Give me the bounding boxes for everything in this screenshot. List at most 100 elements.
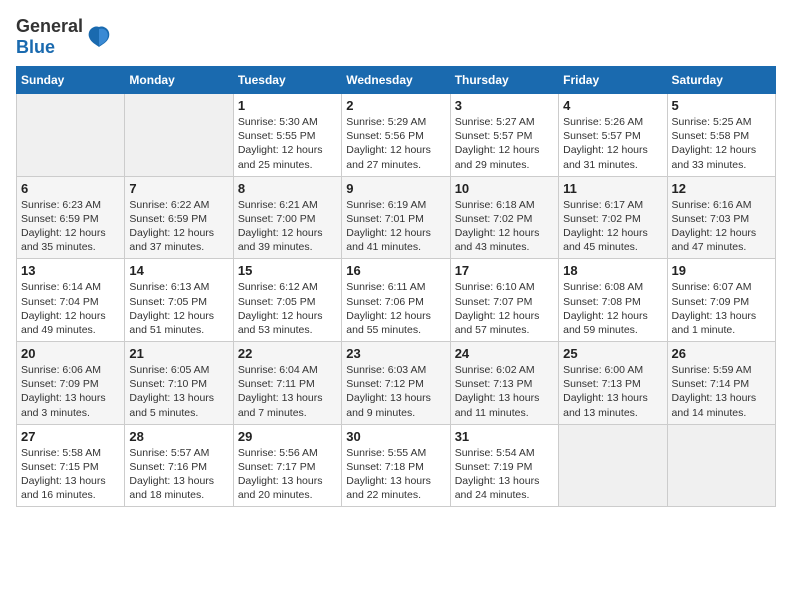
- logo: General Blue: [16, 16, 113, 58]
- day-number: 31: [455, 429, 554, 444]
- calendar-week-row: 27Sunrise: 5:58 AM Sunset: 7:15 PM Dayli…: [17, 424, 776, 507]
- calendar-cell: 20Sunrise: 6:06 AM Sunset: 7:09 PM Dayli…: [17, 342, 125, 425]
- day-number: 1: [238, 98, 337, 113]
- day-info: Sunrise: 6:03 AM Sunset: 7:12 PM Dayligh…: [346, 363, 445, 420]
- calendar-cell: 7 Sunrise: 6:22 AM Sunset: 6:59 PM Daylig…: [125, 176, 233, 259]
- calendar-cell: [125, 94, 233, 177]
- logo-bird-icon: [85, 23, 113, 51]
- day-number: 6: [21, 181, 120, 196]
- calendar-cell: 22 Sunrise: 6:04 AM Sunset: 7:11 PM Dayli…: [233, 342, 341, 425]
- calendar-cell: 1 Sunrise: 5:30 AM Sunset: 5:55 PM Daylig…: [233, 94, 341, 177]
- day-number: 14: [129, 263, 228, 278]
- day-number: 25: [563, 346, 662, 361]
- header-wednesday: Wednesday: [342, 67, 450, 94]
- day-number: 24: [455, 346, 554, 361]
- day-number: 22: [238, 346, 337, 361]
- calendar-cell: 13 Sunrise: 6:14 AM Sunset: 7:04 PM Dayli…: [17, 259, 125, 342]
- calendar-cell: 19 Sunrise: 6:07 AM Sunset: 7:09 PM Dayli…: [667, 259, 775, 342]
- calendar-cell: [667, 424, 775, 507]
- day-info: Sunrise: 5:26 AM Sunset: 5:57 PM Dayligh…: [563, 115, 662, 172]
- day-number: 21: [129, 346, 228, 361]
- calendar-cell: 27Sunrise: 5:58 AM Sunset: 7:15 PM Dayli…: [17, 424, 125, 507]
- day-info: Sunrise: 5:54 AM Sunset: 7:19 PM Dayligh…: [455, 446, 554, 503]
- day-number: 7: [129, 181, 228, 196]
- day-number: 18: [563, 263, 662, 278]
- page-header: General Blue: [16, 16, 776, 58]
- day-info: Sunrise: 5:56 AM Sunset: 7:17 PM Dayligh…: [238, 446, 337, 503]
- day-number: 2: [346, 98, 445, 113]
- calendar-week-row: 20Sunrise: 6:06 AM Sunset: 7:09 PM Dayli…: [17, 342, 776, 425]
- calendar-cell: 17Sunrise: 6:10 AM Sunset: 7:07 PM Dayli…: [450, 259, 558, 342]
- header-saturday: Saturday: [667, 67, 775, 94]
- day-info: Sunrise: 6:16 AM Sunset: 7:03 PM Dayligh…: [672, 198, 771, 255]
- day-info: Sunrise: 6:11 AM Sunset: 7:06 PM Dayligh…: [346, 280, 445, 337]
- day-info: Sunrise: 6:21 AM Sunset: 7:00 PM Dayligh…: [238, 198, 337, 255]
- day-number: 29: [238, 429, 337, 444]
- day-info: Sunrise: 6:22 AM Sunset: 6:59 PM Dayligh…: [129, 198, 228, 255]
- calendar-cell: 2 Sunrise: 5:29 AM Sunset: 5:56 PM Daylig…: [342, 94, 450, 177]
- day-info: Sunrise: 5:59 AM Sunset: 7:14 PM Dayligh…: [672, 363, 771, 420]
- day-info: Sunrise: 6:19 AM Sunset: 7:01 PM Dayligh…: [346, 198, 445, 255]
- calendar-cell: 5 Sunrise: 5:25 AM Sunset: 5:58 PM Daylig…: [667, 94, 775, 177]
- logo-general-text: General: [16, 16, 83, 36]
- logo-blue-text: Blue: [16, 37, 55, 57]
- day-number: 19: [672, 263, 771, 278]
- day-number: 10: [455, 181, 554, 196]
- day-info: Sunrise: 6:17 AM Sunset: 7:02 PM Dayligh…: [563, 198, 662, 255]
- day-number: 30: [346, 429, 445, 444]
- calendar-cell: 12Sunrise: 6:16 AM Sunset: 7:03 PM Dayli…: [667, 176, 775, 259]
- day-number: 3: [455, 98, 554, 113]
- day-number: 20: [21, 346, 120, 361]
- day-number: 4: [563, 98, 662, 113]
- day-number: 13: [21, 263, 120, 278]
- calendar-cell: 14 Sunrise: 6:13 AM Sunset: 7:05 PM Dayli…: [125, 259, 233, 342]
- calendar-week-row: 13 Sunrise: 6:14 AM Sunset: 7:04 PM Dayli…: [17, 259, 776, 342]
- header-sunday: Sunday: [17, 67, 125, 94]
- calendar-cell: 18Sunrise: 6:08 AM Sunset: 7:08 PM Dayli…: [559, 259, 667, 342]
- day-info: Sunrise: 5:29 AM Sunset: 5:56 PM Dayligh…: [346, 115, 445, 172]
- day-info: Sunrise: 6:23 AM Sunset: 6:59 PM Dayligh…: [21, 198, 120, 255]
- calendar-cell: 15 Sunrise: 6:12 AM Sunset: 7:05 PM Dayli…: [233, 259, 341, 342]
- day-info: Sunrise: 6:07 AM Sunset: 7:09 PM Dayligh…: [672, 280, 771, 337]
- day-info: Sunrise: 6:12 AM Sunset: 7:05 PM Dayligh…: [238, 280, 337, 337]
- day-info: Sunrise: 5:57 AM Sunset: 7:16 PM Dayligh…: [129, 446, 228, 503]
- calendar-week-row: 1 Sunrise: 5:30 AM Sunset: 5:55 PM Daylig…: [17, 94, 776, 177]
- day-number: 26: [672, 346, 771, 361]
- calendar-cell: 9 Sunrise: 6:19 AM Sunset: 7:01 PM Daylig…: [342, 176, 450, 259]
- day-number: 11: [563, 181, 662, 196]
- day-info: Sunrise: 5:25 AM Sunset: 5:58 PM Dayligh…: [672, 115, 771, 172]
- calendar-table: SundayMondayTuesdayWednesdayThursdayFrid…: [16, 66, 776, 507]
- calendar-cell: 24 Sunrise: 6:02 AM Sunset: 7:13 PM Dayli…: [450, 342, 558, 425]
- day-info: Sunrise: 6:04 AM Sunset: 7:11 PM Dayligh…: [238, 363, 337, 420]
- day-info: Sunrise: 5:30 AM Sunset: 5:55 PM Dayligh…: [238, 115, 337, 172]
- day-number: 17: [455, 263, 554, 278]
- calendar-cell: 29 Sunrise: 5:56 AM Sunset: 7:17 PM Dayli…: [233, 424, 341, 507]
- calendar-cell: 30 Sunrise: 5:55 AM Sunset: 7:18 PM Dayli…: [342, 424, 450, 507]
- calendar-cell: 16Sunrise: 6:11 AM Sunset: 7:06 PM Dayli…: [342, 259, 450, 342]
- day-number: 5: [672, 98, 771, 113]
- calendar-cell: 8 Sunrise: 6:21 AM Sunset: 7:00 PM Daylig…: [233, 176, 341, 259]
- day-info: Sunrise: 6:00 AM Sunset: 7:13 PM Dayligh…: [563, 363, 662, 420]
- day-info: Sunrise: 6:14 AM Sunset: 7:04 PM Dayligh…: [21, 280, 120, 337]
- day-number: 8: [238, 181, 337, 196]
- calendar-cell: 31 Sunrise: 5:54 AM Sunset: 7:19 PM Dayli…: [450, 424, 558, 507]
- calendar-cell: [559, 424, 667, 507]
- day-number: 9: [346, 181, 445, 196]
- calendar-cell: 6 Sunrise: 6:23 AM Sunset: 6:59 PM Daylig…: [17, 176, 125, 259]
- header-monday: Monday: [125, 67, 233, 94]
- day-info: Sunrise: 6:02 AM Sunset: 7:13 PM Dayligh…: [455, 363, 554, 420]
- header-friday: Friday: [559, 67, 667, 94]
- day-info: Sunrise: 5:27 AM Sunset: 5:57 PM Dayligh…: [455, 115, 554, 172]
- day-info: Sunrise: 5:55 AM Sunset: 7:18 PM Dayligh…: [346, 446, 445, 503]
- calendar-cell: 4 Sunrise: 5:26 AM Sunset: 5:57 PM Daylig…: [559, 94, 667, 177]
- calendar-cell: 25 Sunrise: 6:00 AM Sunset: 7:13 PM Dayli…: [559, 342, 667, 425]
- day-info: Sunrise: 5:58 AM Sunset: 7:15 PM Dayligh…: [21, 446, 120, 503]
- calendar-cell: 26 Sunrise: 5:59 AM Sunset: 7:14 PM Dayli…: [667, 342, 775, 425]
- calendar-cell: 23Sunrise: 6:03 AM Sunset: 7:12 PM Dayli…: [342, 342, 450, 425]
- calendar-cell: 10 Sunrise: 6:18 AM Sunset: 7:02 PM Dayli…: [450, 176, 558, 259]
- day-number: 15: [238, 263, 337, 278]
- calendar-cell: 28Sunrise: 5:57 AM Sunset: 7:16 PM Dayli…: [125, 424, 233, 507]
- day-info: Sunrise: 6:18 AM Sunset: 7:02 PM Dayligh…: [455, 198, 554, 255]
- calendar-cell: 11 Sunrise: 6:17 AM Sunset: 7:02 PM Dayli…: [559, 176, 667, 259]
- day-info: Sunrise: 6:13 AM Sunset: 7:05 PM Dayligh…: [129, 280, 228, 337]
